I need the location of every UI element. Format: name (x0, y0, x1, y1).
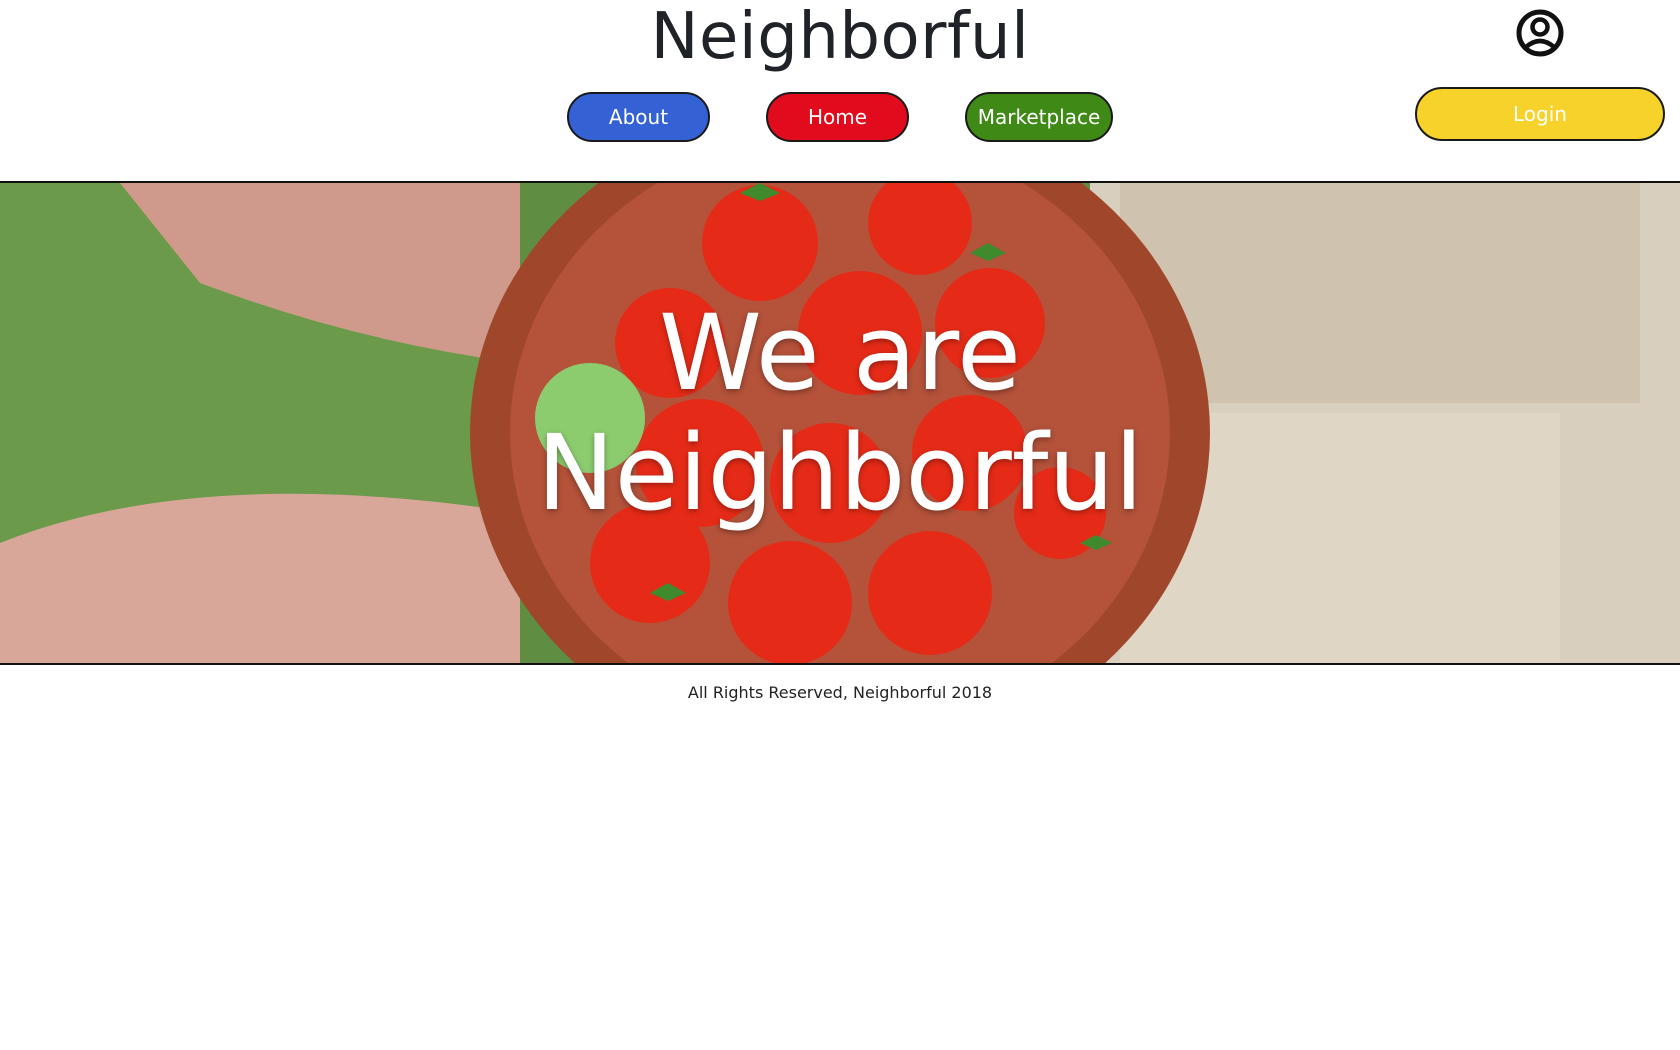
site-header: Neighborful About Home Marketplace Login (0, 0, 1680, 182)
footer-copyright: All Rights Reserved, Neighborful 2018 (687, 683, 993, 702)
site-title: Neighborful (650, 0, 1030, 74)
about-button[interactable]: About (567, 92, 710, 142)
hero-line-1: We are (659, 292, 1021, 414)
hero-line-2: Neighborful (536, 412, 1144, 534)
home-button[interactable]: Home (766, 92, 909, 142)
marketplace-button[interactable]: Marketplace (965, 92, 1113, 142)
hero-banner: We are Neighborful (0, 181, 1680, 665)
user-circle-icon[interactable] (1515, 8, 1565, 58)
hero-heading: We are Neighborful (0, 293, 1680, 533)
login-button[interactable]: Login (1415, 87, 1665, 141)
